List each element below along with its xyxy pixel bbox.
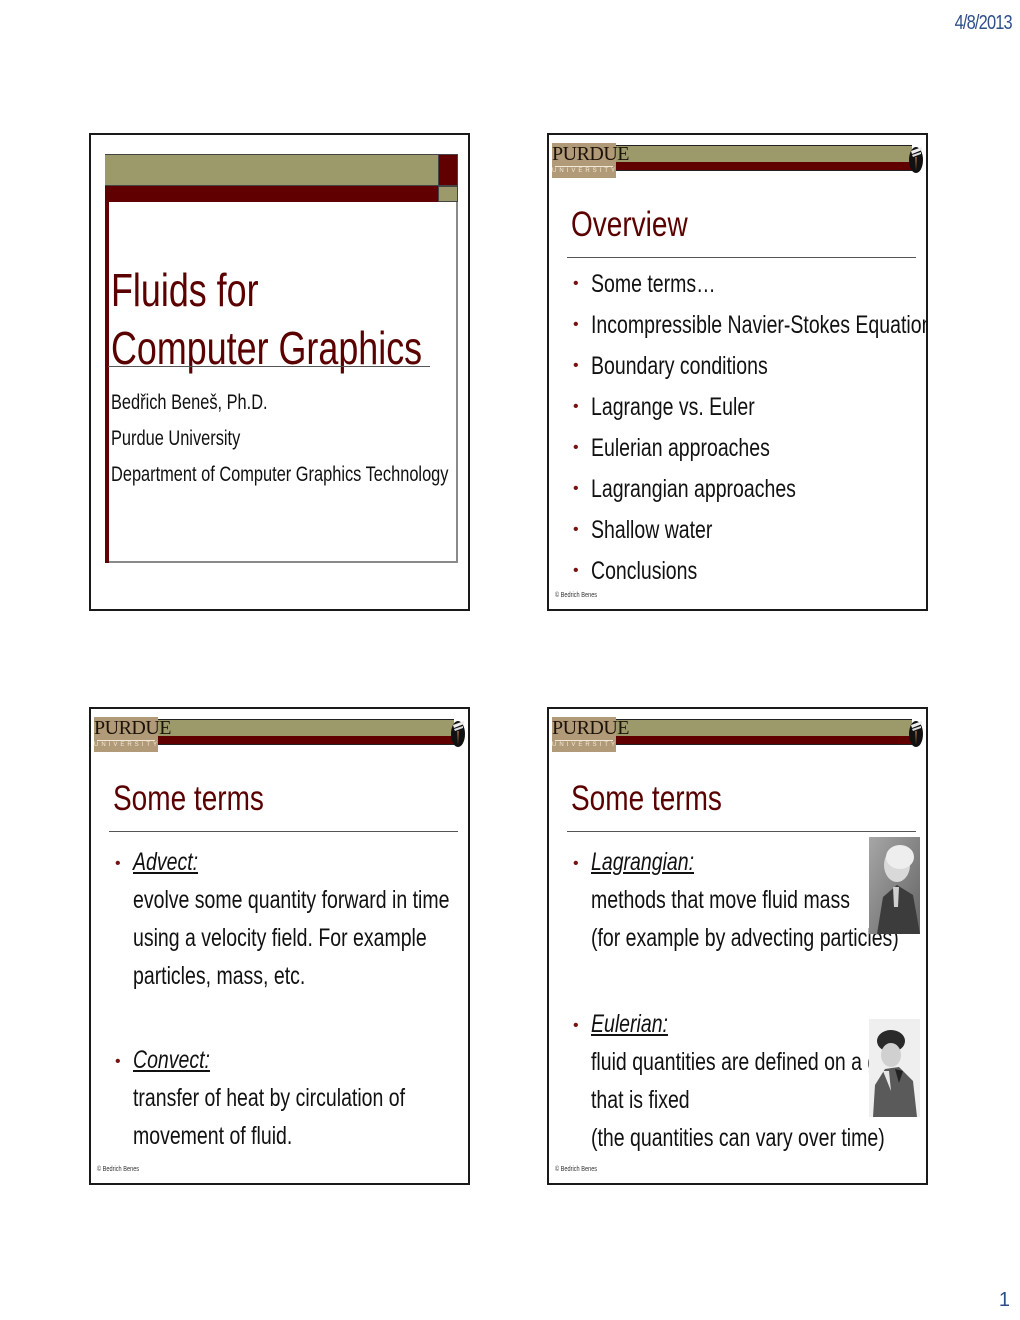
bullet-icon: • [573,398,579,415]
list-item: • Some terms… [573,270,716,298]
term-definition-line: that is fixed [591,1086,690,1114]
term-definition-line: (for example by advecting particles) [591,924,899,952]
slide-header: PURDUE UNIVERSITY [549,715,926,752]
term-heading: Advect: [133,848,199,876]
list-item: • Lagrange vs. Euler [573,393,755,421]
quill-emblem-icon [909,721,923,747]
purdue-logo: PURDUE UNIVERSITY [552,143,630,178]
terms-list: • Advect: evolve some quantity forward i… [111,845,468,1157]
slide-title: Overview [571,205,688,244]
bullet-icon: • [573,562,579,579]
term-definition-line: methods that move fluid mass [591,886,851,914]
quill-emblem-icon [451,721,465,747]
header-bar-olive [105,154,438,186]
term-definition-line: movement of fluid. [133,1122,293,1150]
bullet-icon: • [573,521,579,538]
bullet-icon: • [573,1017,579,1034]
presentation-title: Fluids for Computer Graphics [111,261,422,377]
list-item: • Shallow water [573,516,713,544]
corner-square-olive [438,186,458,202]
title-line: Computer Graphics [111,322,423,374]
list-item: • Boundary conditions [573,352,768,380]
logo-subtext: UNIVERSITY [94,742,161,748]
bullet-icon: • [115,855,121,872]
term-definition-line: using a velocity field. For example [133,924,427,952]
bullet-icon: • [573,316,579,333]
logo-wordmark: PURDUE [552,143,630,165]
slide-header: PURDUE UNIVERSITY [91,715,468,752]
bullet-icon: • [115,1053,121,1070]
term-definition-line: transfer of heat by circulation of [133,1084,406,1112]
quill-emblem-icon [909,147,923,173]
title-divider [567,831,916,832]
slide-title: Some terms [571,779,722,818]
purdue-logo: PURDUE UNIVERSITY [94,717,172,752]
title-divider [567,257,916,258]
term-item-advect: • Advect: evolve some quantity forward i… [111,845,468,997]
logo-subtext: UNIVERSITY [552,168,619,174]
title-divider [109,831,458,832]
term-heading: Lagrangian: [591,848,695,876]
copyright-footer: © Bedrich Benes [97,1166,140,1173]
title-line: Fluids for [111,264,259,316]
portrait-euler [869,1019,920,1117]
title-divider [108,366,430,367]
list-item: • Conclusions [573,557,698,585]
term-definition-line: particles, mass, etc. [133,962,306,990]
slide-terms-1-frame: PURDUE UNIVERSITY Some terms • Advect: e… [89,707,470,1185]
presentation-subtitle: Bedřich Beneš, Ph.D. Purdue University D… [111,385,448,493]
page-number: 1 [998,1289,1010,1311]
header-bar-maroon [105,186,438,202]
slide-terms-2-frame: PURDUE UNIVERSITY Some terms • Lagrangia… [547,707,928,1185]
header-bar-maroon [616,736,912,745]
term-heading: Eulerian: [591,1010,668,1038]
purdue-logo: PURDUE UNIVERSITY [552,717,630,752]
logo-wordmark: PURDUE [94,717,172,739]
page-date: 4/8/2013 [954,12,1013,34]
bullet-icon: • [573,480,579,497]
bullet-icon: • [573,855,579,872]
logo-wordmark: PURDUE [552,717,630,739]
term-item-convect: • Convect: transfer of heat by circulati… [111,1043,468,1157]
copyright-footer: © Bedrich Benes [555,1166,598,1173]
department: Department of Computer Graphics Technolo… [111,463,449,486]
portrait-lagrange [869,837,920,934]
left-accent-rule [105,202,109,563]
institution: Purdue University [111,427,241,450]
logo-subtext: UNIVERSITY [552,742,619,748]
term-definition-line: fluid quantities are defined on a grid [591,1048,900,1076]
header-bar-olive [158,719,454,736]
term-definition-line: evolve some quantity forward in time [133,886,450,914]
bullet-icon: • [573,439,579,456]
header-bar-olive [616,145,912,162]
header-bar-olive [616,719,912,736]
slide-header: PURDUE UNIVERSITY [549,141,926,178]
header-bar-maroon [158,736,454,745]
corner-square-maroon [438,154,458,186]
header-bar-maroon [616,162,912,171]
term-heading: Convect: [133,1046,210,1074]
bullet-icon: • [573,275,579,292]
copyright-footer: © Bedrich Benes [555,592,598,599]
author-name: Bedřich Beneš, Ph.D. [111,391,268,414]
slide-title: Some terms [113,779,264,818]
list-item: • Lagrangian approaches [573,475,796,503]
slide-overview-frame: PURDUE UNIVERSITY Overview • Some terms… … [547,133,928,611]
slide-title-frame: Fluids for Computer Graphics Bedřich Ben… [89,133,470,611]
list-item: • Incompressible Navier-Stokes Equations [573,311,928,339]
term-definition-line: (the quantities can vary over time) [591,1124,885,1152]
list-item: • Eulerian approaches [573,434,770,462]
bullet-icon: • [573,357,579,374]
overview-bullet-list: • Some terms… • Incompressible Navier-Stok… [569,269,928,597]
